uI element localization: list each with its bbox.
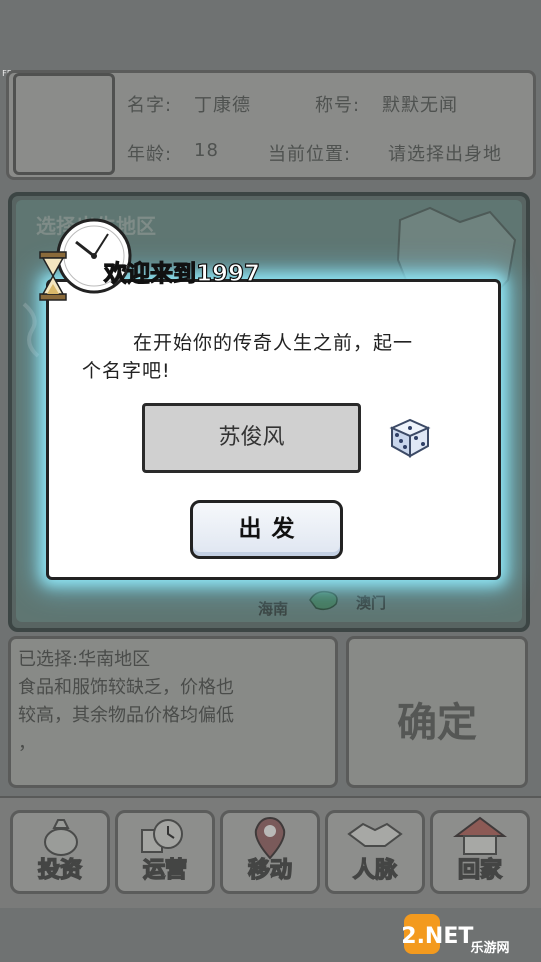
watermark-number: 962.NET	[402, 924, 473, 949]
depart-button[interactable]: 出发	[190, 500, 343, 559]
dialog-title: 欢迎来到1997	[103, 260, 261, 287]
name-label: 名字:	[127, 95, 173, 116]
nav-home-label: 回家	[457, 857, 503, 884]
clock-calendar-icon	[141, 819, 183, 853]
house-icon	[453, 816, 507, 855]
handshake-icon	[347, 822, 403, 847]
title-label: 称号:	[315, 95, 361, 116]
description-line-1: 食品和服饰较缺乏，价格也	[18, 677, 234, 698]
prompt-line-1: 在开始你的传奇人生之前，起一	[133, 332, 414, 354]
hainan-island-shape[interactable]	[306, 588, 342, 612]
selected-region: 已选择:华南地区	[18, 649, 151, 670]
name-input[interactable]: 苏俊风	[142, 403, 361, 473]
name-value: 丁康德	[194, 95, 251, 116]
title-value: 默默无闻	[382, 95, 458, 116]
region-label-macau[interactable]: 澳门	[356, 592, 386, 613]
nav-operate-label: 运营	[142, 857, 188, 884]
map-edge-shape	[22, 302, 40, 358]
watermark-logo: 962.NET 乐游网	[402, 914, 510, 956]
description-line-2: 较高，其余物品价格均偏低	[18, 705, 234, 726]
money-bag-icon	[44, 819, 78, 856]
nav-invest-label: 投资	[37, 857, 83, 884]
age-label: 年龄:	[127, 144, 173, 165]
avatar[interactable]	[13, 73, 115, 175]
prompt-line-2: 个名字吧!	[82, 360, 171, 382]
nav-move-label: 移动	[247, 857, 293, 884]
location-label: 当前位置:	[268, 144, 352, 165]
nav-network-label: 人脉	[352, 857, 398, 884]
location-value: 请选择出身地	[388, 144, 502, 165]
watermark-sub: 乐游网	[470, 940, 509, 956]
age-value: 18	[194, 140, 219, 161]
confirm-label: 确定	[397, 700, 477, 746]
dice-icon[interactable]	[386, 414, 432, 460]
region-label-hainan[interactable]: 海南	[258, 598, 288, 619]
description-line-3: ，	[18, 733, 36, 754]
